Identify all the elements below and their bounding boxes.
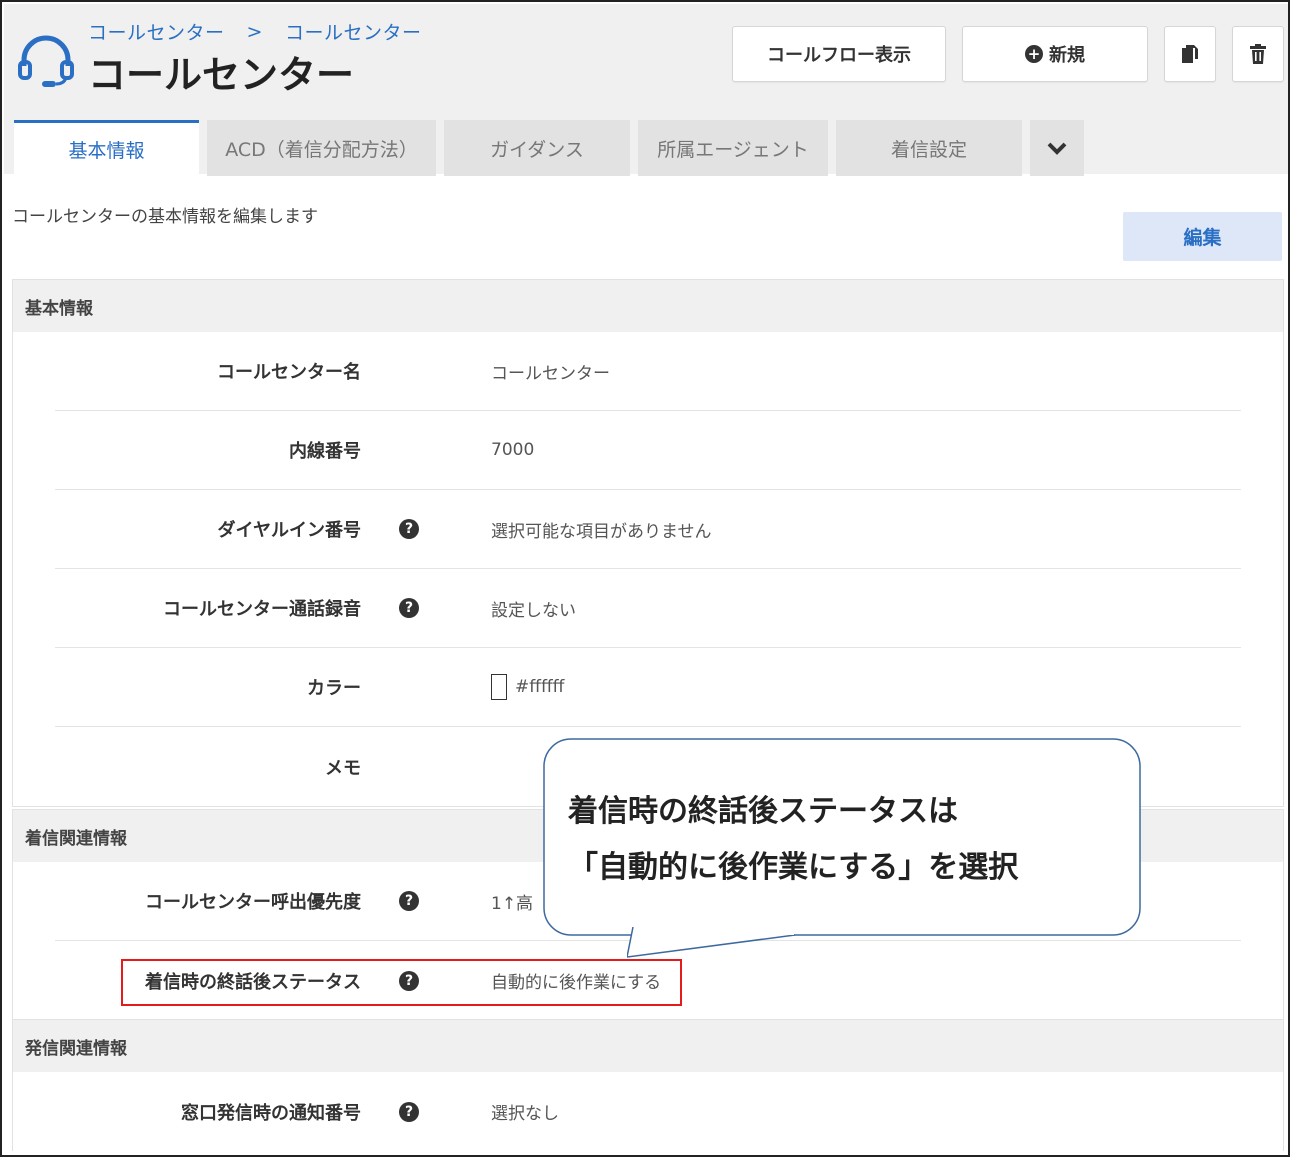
field-value: 設定しない: [491, 600, 576, 621]
headset-icon: [18, 35, 74, 87]
section-title: 発信関連情報: [13, 1020, 1283, 1072]
field-row-extension: 内線番号 7000: [55, 411, 1241, 490]
page-header: コールセンター > コールセンター コールセンター コールフロー表示 + 新規: [4, 4, 1288, 176]
callout-line-1: 着信時の終話後ステータスは: [568, 794, 958, 829]
breadcrumb-link-1[interactable]: コールセンター: [88, 18, 225, 45]
field-value: 選択なし: [491, 1104, 559, 1124]
outgoing-info-panel: 発信関連情報 窓口発信時の通知番号 ? 選択なし: [12, 1019, 1284, 1151]
tab-bar: 基本情報 ACD（着信分配方法） ガイダンス 所属エージェント 着信設定: [14, 120, 1084, 176]
field-value: #ffffff: [491, 648, 564, 726]
callout-line-2: 「自動的に後作業にする」を選択: [568, 850, 1019, 885]
edit-button[interactable]: 編集: [1123, 212, 1282, 261]
callout-tail: [627, 927, 796, 958]
color-swatch: [491, 674, 507, 700]
page-title: コールセンター: [88, 53, 355, 97]
breadcrumb-link-2[interactable]: コールセンター: [285, 18, 422, 45]
callout-text: 着信時の終話後ステータスは 「自動的に後作業にする」を選択: [568, 784, 1018, 896]
field-value: 選択可能な項目がありません: [491, 521, 712, 542]
new-button[interactable]: + 新規: [962, 26, 1148, 82]
field-value: 7000: [491, 440, 535, 460]
field-row-recording: コールセンター通話録音 ? 設定しない: [55, 569, 1241, 648]
window-frame: コールセンター > コールセンター コールセンター コールフロー表示 + 新規: [0, 0, 1290, 1157]
field-row-dial-in: ダイヤルイン番号 ? 選択可能な項目がありません: [55, 490, 1241, 569]
field-row-notify-number: 窓口発信時の通知番号 ? 選択なし: [55, 1072, 1241, 1151]
tab-label: ACD（着信分配方法）: [225, 138, 418, 161]
breadcrumb: コールセンター > コールセンター: [88, 18, 421, 45]
call-flow-button[interactable]: コールフロー表示: [732, 26, 946, 82]
delete-button[interactable]: [1232, 26, 1284, 82]
field-label: コールセンター名: [217, 362, 361, 383]
tab-agents[interactable]: 所属エージェント: [638, 120, 828, 176]
page-description: コールセンターの基本情報を編集します: [12, 207, 318, 227]
copy-icon: [1182, 45, 1198, 63]
plus-circle-icon: +: [1025, 45, 1043, 63]
field-label: 内線番号: [289, 441, 361, 462]
call-flow-button-label: コールフロー表示: [767, 45, 911, 66]
help-icon[interactable]: ?: [399, 598, 419, 618]
tab-incoming-settings[interactable]: 着信設定: [836, 120, 1022, 176]
field-label: コールセンター通話録音: [163, 599, 361, 620]
tab-guidance[interactable]: ガイダンス: [444, 120, 630, 176]
tab-acd[interactable]: ACD（着信分配方法）: [207, 120, 436, 176]
copy-button[interactable]: [1164, 26, 1216, 82]
field-label: メモ: [325, 757, 361, 779]
new-button-label: 新規: [1049, 45, 1085, 66]
tab-label: 基本情報: [68, 140, 145, 162]
section-title: 基本情報: [13, 280, 1283, 332]
tab-label: 所属エージェント: [657, 138, 809, 161]
field-label: コールセンター呼出優先度: [145, 892, 361, 913]
field-value: 1↑高: [491, 893, 534, 914]
trash-icon: [1250, 44, 1266, 64]
field-row-name: コールセンター名 コールセンター: [55, 332, 1241, 411]
field-label: カラー: [307, 678, 361, 699]
field-label: ダイヤルイン番号: [217, 520, 361, 541]
field-row-color: カラー #ffffff: [55, 648, 1241, 727]
tab-basic-info[interactable]: 基本情報: [14, 120, 199, 176]
tab-label: ガイダンス: [490, 138, 584, 161]
basic-info-panel: 基本情報 コールセンター名 コールセンター 内線番号 7000 ダイヤルイン番号…: [12, 279, 1284, 807]
highlight-box: [121, 959, 682, 1006]
help-icon[interactable]: ?: [399, 891, 419, 911]
tab-more[interactable]: [1030, 120, 1084, 176]
help-icon[interactable]: ?: [399, 1101, 419, 1122]
tab-label: 着信設定: [890, 138, 967, 161]
help-icon[interactable]: ?: [399, 519, 419, 539]
field-value: コールセンター: [491, 363, 610, 384]
breadcrumb-separator: >: [246, 20, 263, 43]
field-label: 窓口発信時の通知番号: [181, 1102, 361, 1124]
color-hex: #ffffff: [515, 677, 565, 697]
chevron-down-icon: [1047, 142, 1067, 155]
